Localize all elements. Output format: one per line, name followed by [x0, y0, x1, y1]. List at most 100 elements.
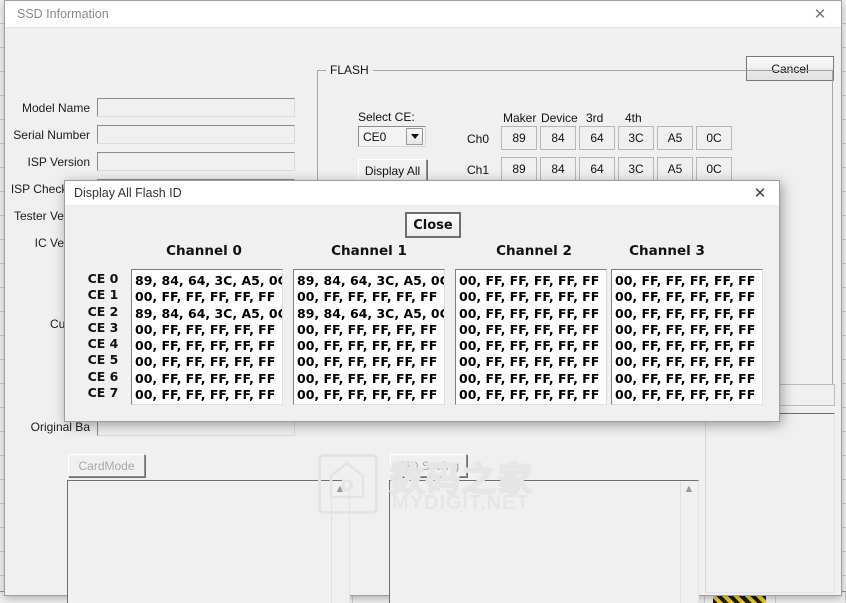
select-ce-dropdown[interactable]: CE0	[358, 126, 426, 147]
form-row-model-name: Model Name	[5, 98, 295, 117]
list-item: 00, FF, FF, FF, FF, FF	[135, 321, 276, 337]
flash-id-cell-ch0-6th: 0C	[696, 126, 732, 150]
flash-id-cell-ch1-maker: 89	[501, 157, 537, 181]
ce-label-7: CE 7	[87, 385, 119, 401]
list-item: 00, FF, FF, FF, FF, FF	[615, 387, 756, 403]
list-item: 00, FF, FF, FF, FF, FF	[615, 273, 756, 288]
card-mode-button[interactable]: CardMode	[68, 454, 145, 477]
ce-label-2: CE 2	[87, 303, 119, 319]
input-isp-version[interactable]	[97, 152, 295, 171]
list-item: 00, FF, FF, FF, FF, FF	[615, 321, 756, 337]
list-item: 00, FF, FF, FF, FF, FF	[459, 305, 600, 321]
list-item: 89, 84, 64, 3C, A5, 0C	[135, 273, 283, 288]
flash-id-cell-ch0-5th: A5	[657, 126, 693, 150]
chevron-down-icon[interactable]	[406, 128, 423, 145]
cid-setting-textarea[interactable]: ▲ ▼	[389, 480, 699, 603]
window-title-bar: SSD Information ✕	[5, 1, 841, 28]
list-item: 00, FF, FF, FF, FF, FF	[459, 338, 600, 354]
flash-id-cell-ch0-4th: 3C	[618, 126, 654, 150]
ce-label-4: CE 4	[87, 336, 119, 352]
row-label-ch0: Ch0	[467, 132, 490, 146]
label-serial-number: Serial Number	[13, 127, 90, 142]
column-header-4th: 4th	[625, 111, 642, 125]
flash-groupbox-title: FLASH	[326, 63, 373, 77]
input-model-name[interactable]	[97, 98, 295, 117]
flash-id-cell-ch1-3rd: 64	[579, 157, 615, 181]
list-item: 00, FF, FF, FF, FF, FF	[459, 354, 600, 370]
select-ce-label: Select CE:	[358, 110, 415, 124]
column-header-maker: Maker	[503, 111, 537, 125]
flash-id-cell-ch0-maker: 89	[501, 126, 537, 150]
list-item: 00, FF, FF, FF, FF, FF	[615, 338, 756, 354]
form-row-isp-version: ISP Version	[5, 152, 295, 171]
ce-label-6: CE 6	[87, 368, 119, 384]
flash-id-cell-ch1-4th: 3C	[618, 157, 654, 181]
channel-0-title: Channel 0	[166, 243, 242, 259]
window-title-text: SSD Information	[17, 7, 109, 21]
decorative-frame-bottom	[705, 413, 835, 593]
ce-label-3: CE 3	[87, 319, 119, 335]
channel-3-title: Channel 3	[629, 243, 705, 259]
list-item: 00, FF, FF, FF, FF, FF	[297, 387, 438, 403]
channel-0-id-list: 89, 84, 64, 3C, A5, 0C 00, FF, FF, FF, F…	[131, 269, 283, 405]
screen: SSD Information ✕ Cancel Model Name Seri…	[0, 0, 846, 603]
list-item: 00, FF, FF, FF, FF, FF	[135, 370, 276, 386]
flash-id-cell-ch1-6th: 0C	[696, 157, 732, 181]
label-model-name: Model Name	[21, 100, 90, 115]
close-icon[interactable]: ✕	[799, 1, 841, 27]
list-item: 00, FF, FF, FF, FF, FF	[615, 305, 756, 321]
channel-2-id-list: 00, FF, FF, FF, FF, FF 00, FF, FF, FF, F…	[455, 269, 607, 405]
list-item: 00, FF, FF, FF, FF, FF	[459, 370, 600, 386]
display-all-button[interactable]: Display All	[358, 159, 427, 182]
ce-label-1: CE 1	[87, 287, 119, 303]
card-mode-log-textarea[interactable]: ▲ ▼	[67, 480, 350, 603]
row-label-ch1: Ch1	[467, 163, 490, 177]
chevron-up-icon[interactable]: ▲	[684, 482, 695, 496]
flash-id-cell-ch1-5th: A5	[657, 157, 693, 181]
list-item: 00, FF, FF, FF, FF, FF	[135, 387, 276, 403]
chevron-up-icon[interactable]: ▲	[335, 482, 346, 496]
channel-1-id-list: 89, 84, 64, 3C, A5, 0C 00, FF, FF, FF, F…	[293, 269, 445, 405]
input-serial-number[interactable]	[97, 125, 295, 144]
ce-label-0: CE 0	[87, 271, 119, 286]
column-header-device: Device	[541, 111, 578, 125]
list-item: 89, 84, 64, 3C, A5, 0C	[297, 305, 445, 321]
channel-2-title: Channel 2	[496, 243, 572, 259]
list-item: 89, 84, 64, 3C, A5, 0C	[135, 305, 283, 321]
list-item: 00, FF, FF, FF, FF, FF	[297, 289, 438, 305]
dialog-title-bar: Display All Flash ID ✕	[65, 181, 779, 206]
list-item: 00, FF, FF, FF, FF, FF	[615, 354, 756, 370]
list-item: 00, FF, FF, FF, FF, FF	[135, 354, 276, 370]
card-mode-log-scrollbar[interactable]: ▲ ▼	[331, 482, 348, 603]
channel-1-title: Channel 1	[331, 243, 407, 259]
list-item: 00, FF, FF, FF, FF, FF	[135, 338, 276, 354]
dialog-title-text: Display All Flash ID	[74, 186, 182, 200]
cid-setting-scrollbar[interactable]: ▲ ▼	[680, 482, 697, 603]
display-all-flash-id-dialog: Display All Flash ID ✕ Close Channel 0 C…	[64, 180, 780, 422]
list-item: 00, FF, FF, FF, FF, FF	[459, 321, 600, 337]
ce-label-5: CE 5	[87, 352, 119, 368]
list-item: 89, 84, 64, 3C, A5, 0C	[297, 273, 445, 288]
label-isp-version: ISP Version	[27, 154, 90, 169]
form-row-serial-number: Serial Number	[5, 125, 295, 144]
flash-id-cell-ch1-device: 84	[540, 157, 576, 181]
list-item: 00, FF, FF, FF, FF, FF	[297, 354, 438, 370]
close-icon[interactable]: ✕	[741, 181, 779, 205]
list-item: 00, FF, FF, FF, FF, FF	[459, 289, 600, 305]
select-ce-value: CE0	[363, 129, 387, 144]
column-header-3rd: 3rd	[586, 111, 604, 125]
list-item: 00, FF, FF, FF, FF, FF	[297, 321, 438, 337]
list-item: 00, FF, FF, FF, FF, FF	[459, 273, 600, 288]
ce-label-column: CE 0 CE 1 CE 2 CE 3 CE 4 CE 5 CE 6 CE 7	[79, 271, 127, 401]
list-item: 00, FF, FF, FF, FF, FF	[297, 338, 438, 354]
close-button[interactable]: Close	[405, 212, 461, 238]
channel-3-id-list: 00, FF, FF, FF, FF, FF 00, FF, FF, FF, F…	[611, 269, 763, 405]
list-item: 00, FF, FF, FF, FF, FF	[297, 370, 438, 386]
list-item: 00, FF, FF, FF, FF, FF	[615, 370, 756, 386]
cid-setting-button[interactable]: CID Setting	[390, 454, 467, 477]
flash-id-cell-ch0-device: 84	[540, 126, 576, 150]
list-item: 00, FF, FF, FF, FF, FF	[615, 289, 756, 305]
flash-id-cell-ch0-3rd: 64	[579, 126, 615, 150]
list-item: 00, FF, FF, FF, FF, FF	[135, 289, 276, 305]
list-item: 00, FF, FF, FF, FF, FF	[459, 387, 600, 403]
